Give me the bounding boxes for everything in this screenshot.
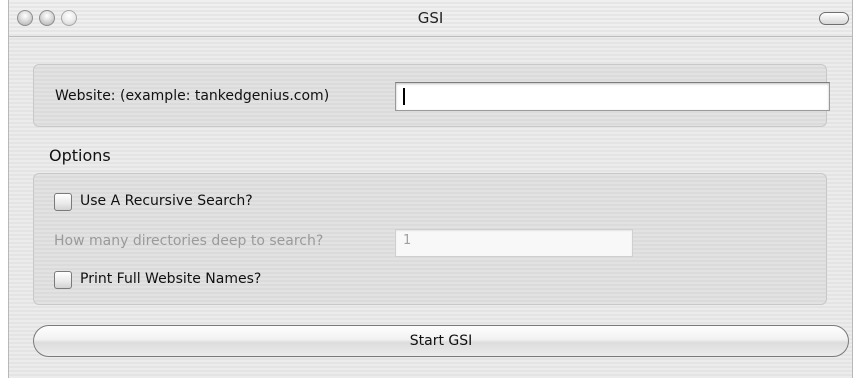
website-input[interactable] — [395, 82, 830, 111]
print-full-names-checkbox[interactable] — [54, 271, 72, 289]
options-panel: Use A Recursive Search? How many directo… — [33, 173, 827, 305]
window-title: GSI — [417, 9, 444, 27]
text-caret — [403, 88, 405, 105]
start-gsi-button[interactable]: Start GSI — [33, 325, 849, 357]
recursive-search-label[interactable]: Use A Recursive Search? — [80, 193, 253, 209]
options-heading: Options — [49, 146, 111, 165]
app-window: GSI Website: (example: tankedgenius.com)… — [8, 0, 853, 378]
print-full-names-label[interactable]: Print Full Website Names? — [80, 271, 261, 287]
depth-input[interactable]: 1 — [395, 229, 633, 257]
depth-input-value: 1 — [403, 233, 412, 248]
title-bar[interactable]: GSI — [9, 0, 852, 37]
depth-label: How many directories deep to search? — [54, 233, 324, 249]
recursive-search-checkbox[interactable] — [54, 193, 72, 211]
website-panel: Website: (example: tankedgenius.com) — [33, 64, 830, 127]
toolbar-toggle-icon[interactable] — [819, 12, 849, 25]
website-label: Website: (example: tankedgenius.com) — [55, 88, 330, 104]
